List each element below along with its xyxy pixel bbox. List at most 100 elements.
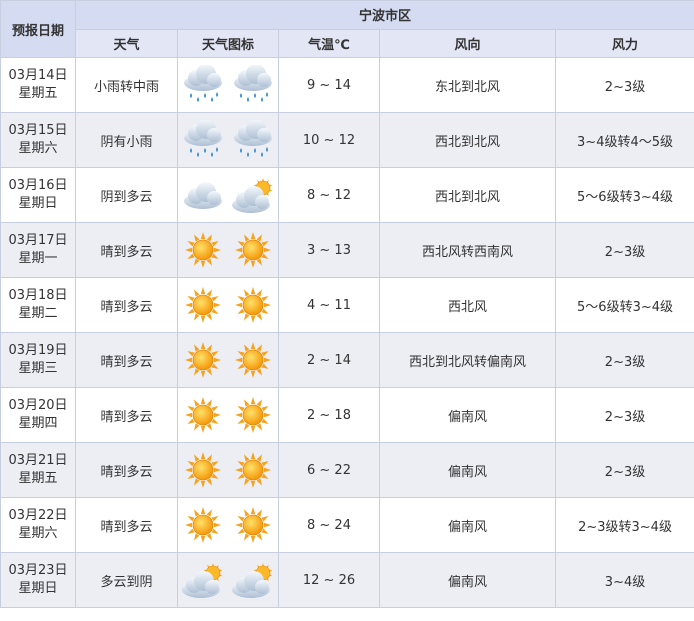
date-column-header: 预报日期 [0, 0, 76, 58]
weather-cell: 晴到多云 [75, 387, 178, 443]
partly-cloudy-icon [231, 560, 275, 600]
date-cell: 03月21日 星期五 [0, 442, 76, 498]
weekday-text: 星期日 [18, 581, 58, 596]
icon-cell [177, 112, 279, 168]
table-row: 03月18日 星期二 晴到多云 4 ~ 11 西北风 5～6级转3~4级 [0, 277, 694, 333]
sun-icon [181, 340, 225, 380]
date-cell: 03月17日 星期一 [0, 222, 76, 278]
rain-cloud-icon [231, 65, 275, 105]
sun-icon [231, 505, 275, 545]
date-text: 03月19日 [8, 343, 68, 358]
wind-direction-cell: 西北风 [379, 277, 556, 333]
sun-icon [231, 450, 275, 490]
table-row: 03月21日 星期五 晴到多云 6 ~ 22 偏南风 2~3级 [0, 442, 694, 498]
sun-icon [231, 285, 275, 325]
wind-force-cell: 2~3级 [554, 332, 694, 388]
weather-column-header: 天气 [75, 28, 178, 58]
wind-force-cell: 3~4级 [554, 552, 694, 608]
temperature-cell: 2 ~ 14 [278, 332, 380, 388]
wind-force-cell: 5～6级转3~4级 [554, 277, 694, 333]
temperature-column-header: 气温℃ [278, 28, 380, 58]
icon-cell [177, 552, 279, 608]
wind-force-cell: 2~3级 [554, 442, 694, 498]
rain-cloud-icon [181, 65, 225, 105]
weekday-text: 星期五 [18, 86, 58, 101]
icon-column-header: 天气图标 [177, 28, 279, 58]
wind-direction-cell: 偏南风 [379, 442, 556, 498]
date-text: 03月22日 [8, 508, 68, 523]
icon-cell [177, 167, 279, 223]
wind-direction-cell: 偏南风 [379, 552, 556, 608]
temperature-cell: 2 ~ 18 [278, 387, 380, 443]
icon-cell [177, 442, 279, 498]
temperature-cell: 4 ~ 11 [278, 277, 380, 333]
rain-cloud-icon [231, 120, 275, 160]
sun-icon [181, 230, 225, 270]
wind-force-cell: 2~3级转3~4级 [554, 497, 694, 553]
sun-icon [231, 230, 275, 270]
table-row: 03月20日 星期四 晴到多云 2 ~ 18 偏南风 2~3级 [0, 387, 694, 443]
date-text: 03月14日 [8, 68, 68, 83]
forecast-rows: 03月14日 星期五 小雨转中雨 9 ~ 14 东北到北风 2~3级 03月15… [0, 57, 694, 608]
weekday-text: 星期日 [18, 196, 58, 211]
partly-cloudy-icon [181, 560, 225, 600]
table-row: 03月14日 星期五 小雨转中雨 9 ~ 14 东北到北风 2~3级 [0, 57, 694, 113]
weekday-text: 星期六 [18, 141, 58, 156]
weather-cell: 小雨转中雨 [75, 57, 178, 113]
table-row: 03月19日 星期三 晴到多云 2 ~ 14 西北到北风转偏南风 2~3级 [0, 332, 694, 388]
partly-cloudy-icon [231, 175, 275, 215]
weekday-text: 星期三 [18, 361, 58, 376]
table-row: 03月15日 星期六 阴有小雨 10 ~ 12 西北到北风 3~4级转4～5级 [0, 112, 694, 168]
weather-cell: 晴到多云 [75, 222, 178, 278]
wind-direction-column-header: 风向 [379, 28, 556, 58]
sun-icon [181, 395, 225, 435]
wind-direction-cell: 偏南风 [379, 387, 556, 443]
date-cell: 03月20日 星期四 [0, 387, 76, 443]
temperature-cell: 12 ~ 26 [278, 552, 380, 608]
table-row: 03月16日 星期日 阴到多云 8 ~ 12 西北到北风 5～6级转3~4级 [0, 167, 694, 223]
wind-direction-cell: 西北到北风 [379, 167, 556, 223]
weekday-text: 星期二 [18, 306, 58, 321]
date-text: 03月17日 [8, 233, 68, 248]
cloud-icon [181, 175, 225, 215]
forecast-table: 预报日期 宁波市区 天气 天气图标 气温℃ 风向 风力 03月14日 星期五 小… [0, 0, 694, 608]
date-cell: 03月16日 星期日 [0, 167, 76, 223]
weather-cell: 晴到多云 [75, 277, 178, 333]
date-cell: 03月18日 星期二 [0, 277, 76, 333]
date-cell: 03月23日 星期日 [0, 552, 76, 608]
date-cell: 03月19日 星期三 [0, 332, 76, 388]
icon-cell [177, 277, 279, 333]
icon-cell [177, 332, 279, 388]
wind-force-cell: 5～6级转3~4级 [554, 167, 694, 223]
city-header: 宁波市区 [74, 0, 694, 30]
date-text: 03月16日 [8, 178, 68, 193]
wind-direction-cell: 西北风转西南风 [379, 222, 556, 278]
table-row: 03月23日 星期日 多云到阴 12 ~ 26 偏南风 3~4级 [0, 552, 694, 608]
weekday-text: 星期一 [18, 251, 58, 266]
date-text: 03月20日 [8, 398, 68, 413]
weather-cell: 晴到多云 [75, 332, 178, 388]
sun-icon [181, 285, 225, 325]
rain-cloud-icon [181, 120, 225, 160]
sun-icon [231, 395, 275, 435]
temperature-cell: 10 ~ 12 [278, 112, 380, 168]
wind-force-cell: 2~3级 [554, 222, 694, 278]
date-text: 03月18日 [8, 288, 68, 303]
weather-cell: 阴有小雨 [75, 112, 178, 168]
sun-icon [181, 450, 225, 490]
icon-cell [177, 222, 279, 278]
weather-cell: 晴到多云 [75, 497, 178, 553]
weather-cell: 阴到多云 [75, 167, 178, 223]
icon-cell [177, 497, 279, 553]
table-row: 03月17日 星期一 晴到多云 3 ~ 13 西北风转西南风 2~3级 [0, 222, 694, 278]
icon-cell [177, 387, 279, 443]
wind-direction-cell: 偏南风 [379, 497, 556, 553]
wind-force-cell: 3~4级转4～5级 [554, 112, 694, 168]
date-cell: 03月14日 星期五 [0, 57, 76, 113]
date-text: 03月23日 [8, 563, 68, 578]
icon-cell [177, 57, 279, 113]
temperature-cell: 8 ~ 12 [278, 167, 380, 223]
temperature-cell: 8 ~ 24 [278, 497, 380, 553]
temperature-cell: 6 ~ 22 [278, 442, 380, 498]
temperature-cell: 9 ~ 14 [278, 57, 380, 113]
